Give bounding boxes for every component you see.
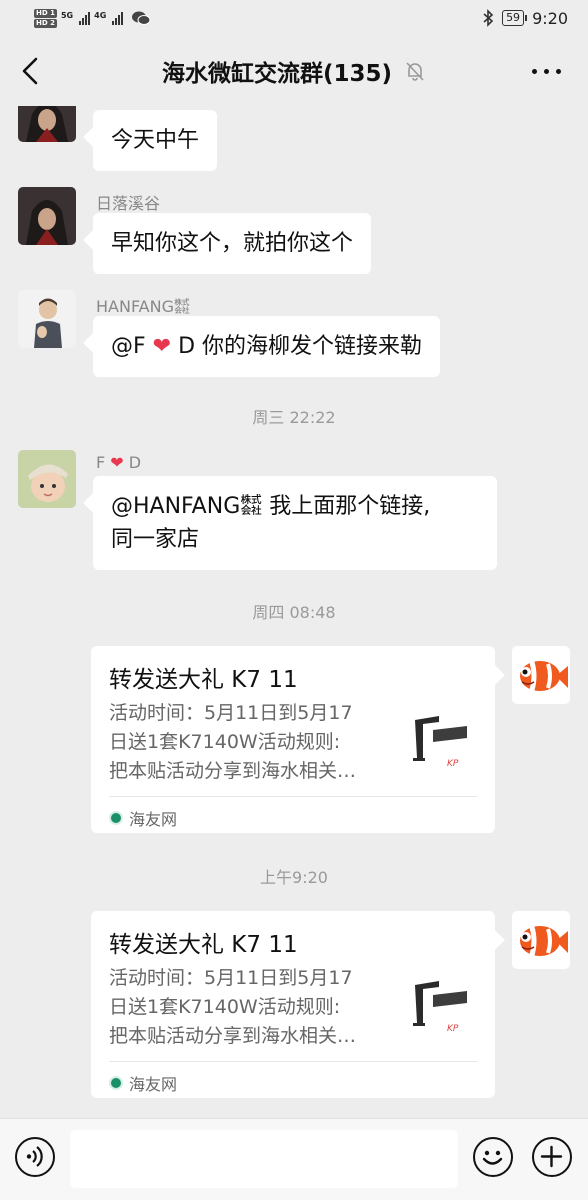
card-thumbnail: KP bbox=[409, 973, 473, 1043]
clock: 9:20 bbox=[532, 8, 568, 28]
sender-name: HANFANG㍿ bbox=[96, 297, 190, 316]
signal-icon bbox=[79, 11, 91, 25]
card-divider bbox=[109, 1061, 477, 1062]
timestamp: 周三 22:22 bbox=[252, 408, 336, 427]
network-5g: 5G bbox=[60, 10, 74, 20]
timestamp: 周四 08:48 bbox=[252, 603, 336, 622]
card-thumbnail: KP bbox=[409, 708, 473, 778]
message-bubble[interactable]: @HANFANG㍿ 我上面那个链接, 同一家店 bbox=[93, 476, 497, 570]
message-bubble[interactable]: 今天中午 bbox=[93, 110, 218, 171]
card-desc-line: 把本贴活动分享到海水相关… bbox=[109, 1025, 357, 1047]
back-icon[interactable] bbox=[18, 56, 42, 86]
chat-header: 海水微缸交流群(135) bbox=[0, 36, 588, 106]
status-bar: HD 1 HD 2 5G 4G 59 9:20 bbox=[0, 0, 588, 36]
more-icon[interactable] bbox=[532, 62, 562, 80]
avatar-hanfang[interactable] bbox=[18, 290, 76, 348]
message-text-part1: @F bbox=[111, 334, 153, 359]
card-desc-line: 活动时间：5月11日到5月17 bbox=[109, 967, 353, 989]
avatar-self-clownfish[interactable] bbox=[512, 911, 570, 969]
message-bubble[interactable]: 早知你这个，就拍你这个 bbox=[93, 213, 372, 274]
emoji-icon[interactable] bbox=[473, 1137, 513, 1177]
hd2-badge: HD 2 bbox=[34, 18, 57, 28]
message-text-part2: D 你的海柳发个链接来勒 bbox=[171, 334, 423, 359]
link-card[interactable]: 转发送大礼 K7 11 活动时间：5月11日到5月17 日送1套K7140W活动… bbox=[91, 646, 495, 833]
wechat-icon bbox=[132, 11, 151, 25]
message-text: 今天中午 bbox=[111, 128, 200, 153]
signal-icon-2 bbox=[112, 11, 124, 25]
card-source-name: 海友网 bbox=[129, 810, 178, 829]
avatar-fd[interactable] bbox=[18, 450, 76, 508]
card-description: 活动时间：5月11日到5月17 日送1套K7140W活动规则: 把本贴活动分享到… bbox=[109, 699, 389, 786]
source-logo-icon bbox=[109, 1076, 123, 1090]
timestamp: 上午9:20 bbox=[260, 868, 328, 887]
message-text: 早知你这个，就拍你这个 bbox=[111, 231, 354, 256]
card-source-name: 海友网 bbox=[129, 1075, 178, 1094]
heart-icon: ❤ bbox=[152, 334, 172, 359]
card-desc-line: 把本贴活动分享到海水相关… bbox=[109, 760, 357, 782]
message-bubble[interactable]: @F ❤ D 你的海柳发个链接来勒 bbox=[93, 316, 441, 377]
card-divider bbox=[109, 796, 477, 797]
input-bar bbox=[0, 1118, 588, 1200]
message-input[interactable] bbox=[70, 1130, 458, 1188]
card-source: 海友网 bbox=[109, 806, 177, 830]
mute-bell-icon bbox=[406, 62, 424, 81]
avatar-sunset-valley[interactable] bbox=[18, 187, 76, 245]
card-desc-line: 日送1套K7140W活动规则: bbox=[109, 996, 341, 1018]
card-title: 转发送大礼 K7 11 bbox=[109, 932, 298, 958]
network-4g: 4G bbox=[94, 10, 107, 20]
card-desc-line: 活动时间：5月11日到5月17 bbox=[109, 702, 353, 724]
message-line-1: @HANFANG㍿ 我上面那个链接, bbox=[111, 494, 431, 519]
sender-name-part1: F bbox=[96, 453, 111, 472]
avatar-sunset-valley[interactable] bbox=[18, 106, 76, 142]
battery-icon: 59 bbox=[502, 10, 528, 26]
message-list[interactable]: 今天中午 日落溪谷 早知你这个，就拍你这个 HANFANG㍿ @F ❤ D 你的… bbox=[0, 106, 588, 1118]
source-logo-icon bbox=[109, 811, 123, 825]
card-source: 海友网 bbox=[109, 1071, 177, 1095]
card-title: 转发送大礼 K7 11 bbox=[109, 667, 298, 693]
chat-title: 海水微缸交流群(135) bbox=[161, 61, 393, 87]
card-description: 活动时间：5月11日到5月17 日送1套K7140W活动规则: 把本贴活动分享到… bbox=[109, 964, 389, 1051]
heart-icon: ❤ bbox=[110, 453, 124, 472]
hd-indicator: HD 1 HD 2 bbox=[34, 8, 57, 28]
card-desc-line: 日送1套K7140W活动规则: bbox=[109, 731, 341, 753]
avatar-self-clownfish[interactable] bbox=[512, 646, 570, 704]
svg-text:KP: KP bbox=[447, 759, 459, 769]
sender-name: F ❤ D bbox=[96, 453, 141, 472]
plus-icon[interactable] bbox=[532, 1137, 572, 1177]
sender-name: 日落溪谷 bbox=[96, 194, 161, 213]
svg-text:KP: KP bbox=[447, 1024, 459, 1034]
hd1-badge: HD 1 bbox=[34, 8, 57, 18]
sender-name-part2: D bbox=[123, 453, 142, 472]
bluetooth-icon bbox=[483, 9, 494, 27]
voice-icon[interactable] bbox=[15, 1137, 55, 1177]
message-line-2: 同一家店 bbox=[111, 527, 200, 552]
link-card[interactable]: 转发送大礼 K7 11 活动时间：5月11日到5月17 日送1套K7140W活动… bbox=[91, 911, 495, 1098]
